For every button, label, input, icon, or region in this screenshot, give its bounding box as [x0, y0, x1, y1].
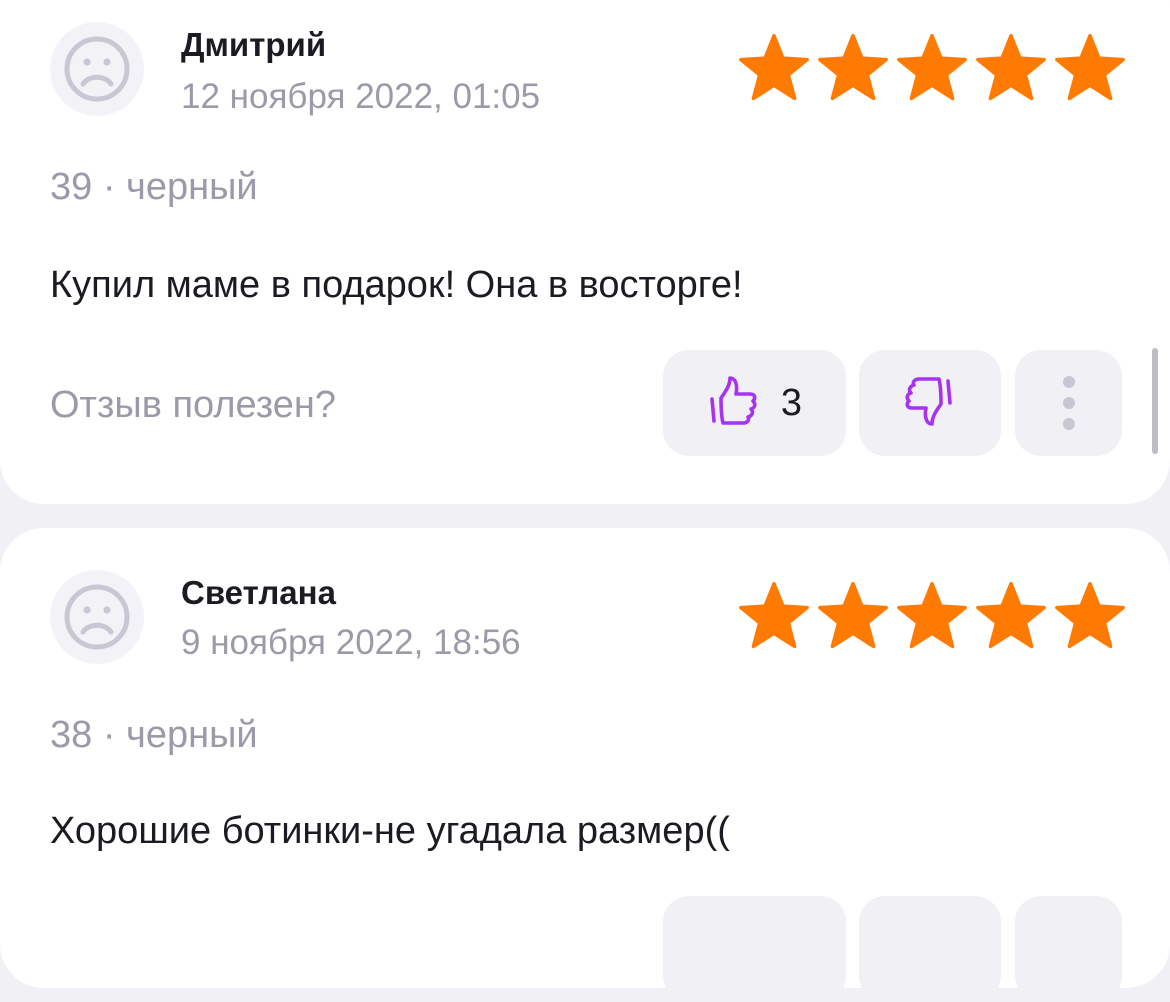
rating-stars — [738, 582, 1126, 650]
star-icon — [975, 34, 1047, 102]
star-icon — [817, 582, 889, 650]
star-icon — [1054, 582, 1126, 650]
avatar — [50, 22, 144, 116]
thumbs-up-icon — [707, 375, 757, 432]
star-icon — [1054, 34, 1126, 102]
dislike-button[interactable] — [859, 896, 1001, 1002]
review-card: Дмитрий 12 ноября 2022, 01:05 39 · черны… — [0, 0, 1170, 504]
star-icon — [896, 582, 968, 650]
review-text: Купил маме в подарок! Она в восторге! — [50, 264, 743, 306]
star-icon — [738, 582, 810, 650]
avatar — [50, 570, 144, 664]
like-button[interactable] — [663, 896, 846, 1002]
review-author: Светлана — [181, 574, 336, 611]
review-variant: 38 · черный — [50, 714, 258, 756]
rating-stars — [738, 34, 1126, 102]
review-variant: 39 · черный — [50, 166, 258, 208]
scrollbar[interactable] — [1152, 348, 1158, 454]
review-text: Хорошие ботинки-не угадала размер(( — [50, 810, 730, 852]
thumbs-down-icon — [905, 375, 955, 432]
star-icon — [975, 582, 1047, 650]
star-icon — [896, 34, 968, 102]
more-vertical-icon — [1062, 376, 1075, 430]
more-options-button[interactable] — [1015, 896, 1122, 1002]
review-card: Светлана 9 ноября 2022, 18:56 38 · черны… — [0, 528, 1170, 1002]
sad-face-icon — [62, 34, 132, 104]
more-options-button[interactable] — [1015, 350, 1122, 456]
dislike-button[interactable] — [859, 350, 1001, 456]
star-icon — [817, 34, 889, 102]
review-date: 9 ноября 2022, 18:56 — [181, 623, 521, 662]
star-icon — [738, 34, 810, 102]
review-date: 12 ноября 2022, 01:05 — [181, 77, 541, 116]
helpful-label: Отзыв полезен? — [50, 384, 337, 426]
like-button[interactable]: 3 — [663, 350, 846, 456]
review-author: Дмитрий — [181, 26, 327, 63]
like-count: 3 — [780, 381, 803, 424]
sad-face-icon — [62, 582, 132, 652]
